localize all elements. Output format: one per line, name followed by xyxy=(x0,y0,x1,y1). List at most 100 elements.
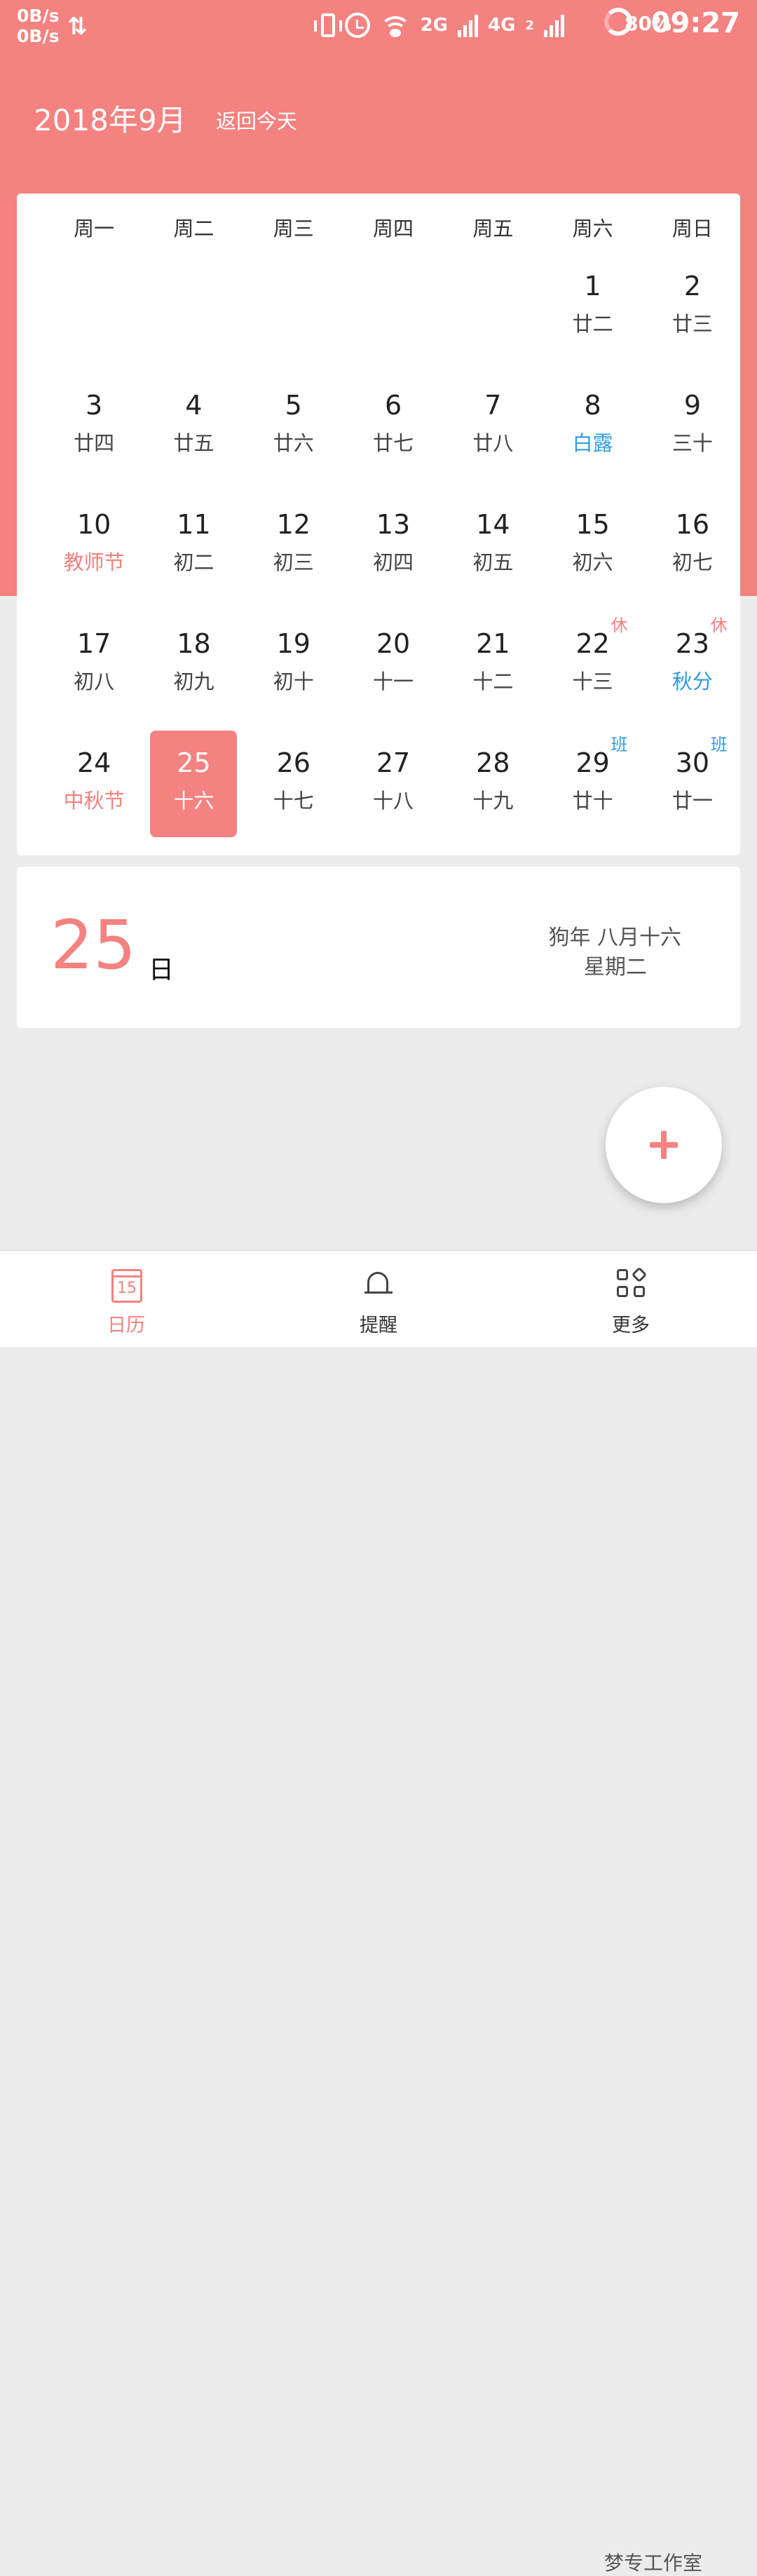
nav-label-reminder: 提醒 xyxy=(360,1315,397,1336)
calendar-grid: 1 廿二 2 廿三 3 廿四 4 廿五 5 廿六 6 廿七 7 廿八 8 白露 9 三十 10 教师节 11 初二 12 初三… xyxy=(44,264,742,860)
day-number: 19 xyxy=(276,628,311,659)
calendar-day[interactable]: 26 十七 xyxy=(244,740,343,860)
calendar-day-selected[interactable]: 25 十六 xyxy=(144,731,243,860)
day-number: 20 xyxy=(376,628,411,659)
calendar-day[interactable]: 8 白露 xyxy=(543,383,642,502)
calendar-day[interactable]: 24 中秋节 xyxy=(44,740,144,860)
calendar-day[interactable]: 20 十一 xyxy=(343,621,443,740)
day-number: 13 xyxy=(376,509,411,540)
4g-indicator: 4G xyxy=(488,15,516,36)
alarm-icon xyxy=(344,13,370,38)
lunar-date: 狗年 八月十六 xyxy=(548,926,681,950)
lunar-date-label: 初十 xyxy=(273,670,314,693)
month-title[interactable]: 2018年9月 xyxy=(34,97,186,140)
lunar-date-label: 廿六 xyxy=(273,431,314,455)
weekday-label: 周日 xyxy=(671,217,713,240)
bell-icon xyxy=(364,1270,393,1297)
calendar-day[interactable]: 27 十八 xyxy=(343,740,443,860)
holiday-badge: 休 xyxy=(611,616,628,635)
day-number: 2 xyxy=(683,271,702,301)
signal-2-icon xyxy=(544,13,564,37)
lunar-date-label: 廿十 xyxy=(572,789,613,813)
sim2-indicator: 2 xyxy=(525,18,534,33)
lunar-date-label: 十九 xyxy=(472,789,514,813)
calendar-day[interactable]: 3 廿四 xyxy=(44,383,144,502)
day-number: 3 xyxy=(86,390,103,421)
calendar-day[interactable]: 13 初四 xyxy=(343,502,443,621)
calendar-day[interactable]: 29 廿十班 xyxy=(543,735,642,860)
calendar-day[interactable]: 14 初五 xyxy=(443,502,543,621)
calendar-day[interactable]: 4 廿五 xyxy=(144,383,243,502)
calendar-day[interactable]: 30 廿一班 xyxy=(643,735,742,860)
lunar-date-label: 十二 xyxy=(472,670,514,693)
status-bar: 0B/s 0B/s ⇅ 2G 4G 2 80% 09:27 xyxy=(0,0,757,49)
calendar-day[interactable]: 10 教师节 xyxy=(44,502,144,621)
nav-reminder[interactable]: 提醒 xyxy=(308,1251,449,1347)
day-number: 1 xyxy=(584,271,601,301)
download-speed: 0B/s xyxy=(17,26,60,46)
lunar-date-label: 廿一 xyxy=(671,789,713,813)
calendar-day[interactable]: 2 廿三 xyxy=(643,264,742,383)
weekday-label: 周三 xyxy=(273,217,314,240)
calendar-day[interactable]: 16 初七 xyxy=(643,502,742,621)
calendar-icon: 15 xyxy=(111,1269,142,1303)
day-number: 25 xyxy=(177,747,211,778)
day-number: 7 xyxy=(484,390,502,421)
lunar-date-label: 教师节 xyxy=(63,550,125,574)
add-event-button[interactable] xyxy=(606,1087,722,1203)
day-number: 6 xyxy=(384,390,402,421)
apps-icon xyxy=(617,1266,648,1300)
calendar-day[interactable]: 15 初六 xyxy=(543,502,642,621)
day-number: 24 xyxy=(76,747,111,778)
selected-day-number: 25 xyxy=(50,906,137,984)
data-transfer-icon: ⇅ xyxy=(67,13,88,41)
nav-more[interactable]: 更多 xyxy=(561,1251,701,1347)
plus-icon xyxy=(650,1131,678,1159)
day-number: 17 xyxy=(76,628,111,659)
lunar-date-label: 十一 xyxy=(373,670,414,693)
watermark-text: 梦专工作室 xyxy=(604,2551,703,2575)
day-number: 27 xyxy=(376,747,411,778)
weekday-label: 周四 xyxy=(373,217,414,240)
calendar-day[interactable]: 6 廿七 xyxy=(343,383,443,502)
calendar-day[interactable]: 9 三十 xyxy=(643,383,742,502)
bottom-navigation: 15 日历 提醒 更多 梦专工作室 xyxy=(0,1250,757,2575)
calendar-day[interactable]: 21 十二 xyxy=(443,621,543,740)
calendar-day[interactable]: 1 廿二 xyxy=(543,264,642,383)
calendar-day[interactable]: 12 初三 xyxy=(244,502,343,621)
calendar-day[interactable]: 22 十三休 xyxy=(543,616,642,740)
lunar-date-label: 廿二 xyxy=(572,312,613,336)
day-number: 9 xyxy=(683,390,702,421)
clock: 09:27 xyxy=(650,7,740,39)
calendar-day[interactable]: 28 十九 xyxy=(443,740,543,860)
weekday-label: 周五 xyxy=(472,217,514,240)
day-number: 4 xyxy=(185,390,203,421)
lunar-date-label: 初五 xyxy=(472,550,514,574)
lunar-date-label: 初二 xyxy=(173,550,214,574)
workday-badge: 班 xyxy=(611,735,628,754)
calendar-empty-cell xyxy=(44,264,144,383)
lunar-date-label: 廿三 xyxy=(671,312,713,336)
calendar-empty-cell xyxy=(443,264,543,383)
calendar-empty-cell xyxy=(244,264,343,383)
calendar-day[interactable]: 18 初九 xyxy=(144,621,243,740)
calendar-day[interactable]: 7 廿八 xyxy=(443,383,543,502)
nav-calendar[interactable]: 15 日历 xyxy=(56,1251,196,1347)
lunar-date-label: 十三 xyxy=(572,670,613,693)
day-number: 10 xyxy=(76,509,111,540)
calendar-empty-cell xyxy=(343,264,443,383)
calendar-day[interactable]: 5 廿六 xyxy=(244,383,343,502)
calendar-day[interactable]: 23 秋分休 xyxy=(643,616,742,740)
calendar-day[interactable]: 19 初十 xyxy=(244,621,343,740)
weekday-header: 周一 周二 周三 周四 周五 周六 周日 xyxy=(17,194,740,264)
lunar-date-label: 初八 xyxy=(74,670,115,693)
calendar-day[interactable]: 11 初二 xyxy=(144,502,243,621)
lunar-date-label: 十七 xyxy=(273,789,314,813)
day-number: 18 xyxy=(177,628,211,659)
holiday-badge: 休 xyxy=(710,616,728,635)
upload-speed: 0B/s xyxy=(17,6,60,26)
day-number: 21 xyxy=(476,628,510,659)
back-to-today-button[interactable]: 返回今天 xyxy=(216,105,297,135)
calendar-day[interactable]: 17 初八 xyxy=(44,621,144,740)
day-number: 12 xyxy=(276,509,311,540)
